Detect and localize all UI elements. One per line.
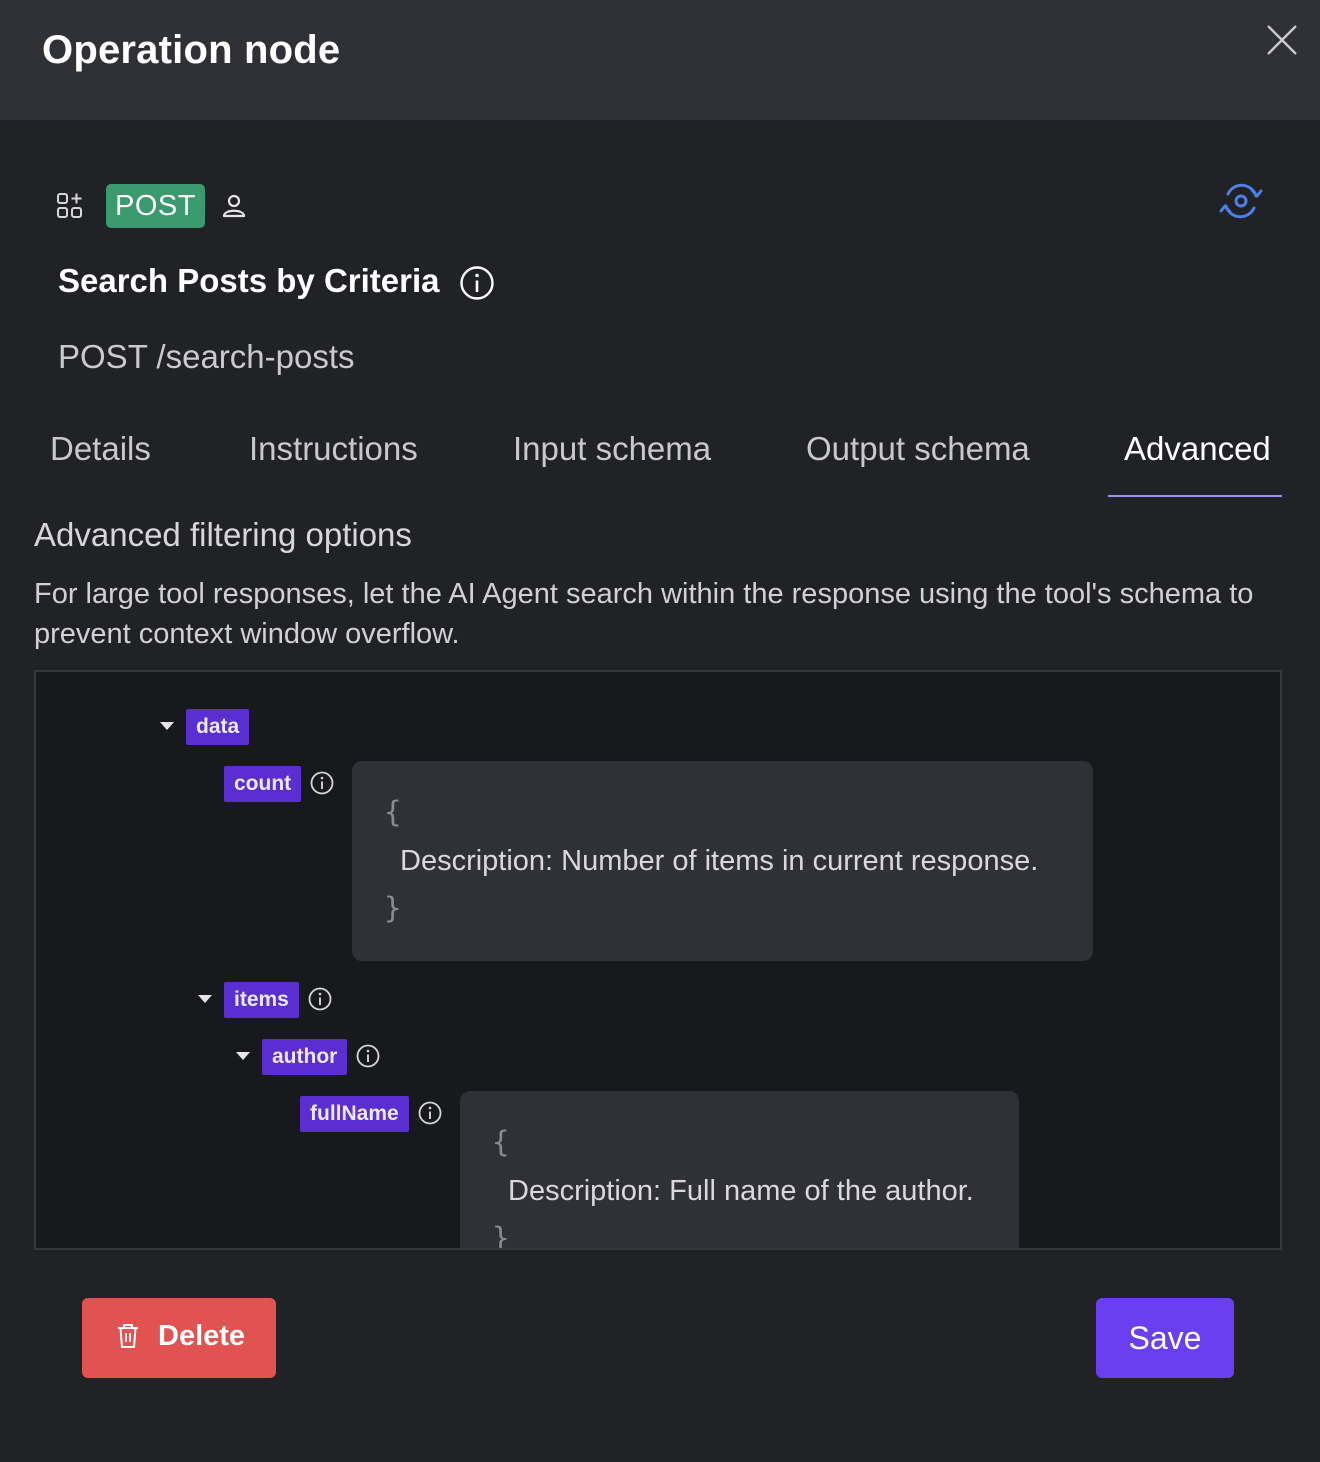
info-icon[interactable] <box>307 986 333 1012</box>
trash-icon <box>118 1324 138 1348</box>
caret-down-icon[interactable] <box>160 722 174 732</box>
schema-tree-panel[interactable]: data count { Description: Number of item… <box>34 670 1282 1250</box>
section-description: For large tool responses, let the AI Age… <box>34 578 1254 650</box>
tab-output-schema[interactable]: Output schema <box>806 430 1030 468</box>
expand-caret[interactable] <box>160 722 174 732</box>
open-brace: { <box>492 1125 510 1159</box>
tab-input-schema[interactable]: Input schema <box>513 430 711 468</box>
close-icon[interactable] <box>1262 20 1302 60</box>
modal-title: Operation node <box>42 28 341 72</box>
schema-tag-items[interactable]: items <box>224 982 299 1018</box>
delete-label: Delete <box>158 1320 246 1352</box>
schema-tag-count[interactable]: count <box>224 766 302 802</box>
operation-path: POST /search-posts <box>58 338 355 375</box>
expand-caret[interactable] <box>198 995 212 1005</box>
method-badge: POST <box>106 184 205 228</box>
description-box: { Description: Number of items in curren… <box>352 761 1093 961</box>
caret-down-icon[interactable] <box>198 995 212 1005</box>
close-button[interactable] <box>1262 20 1302 60</box>
tab-advanced[interactable]: Advanced <box>1124 430 1271 468</box>
close-brace: } <box>384 891 402 925</box>
modal-header: Operation node <box>0 0 1320 120</box>
info-icon[interactable] <box>458 264 496 302</box>
info-icon[interactable] <box>355 1043 381 1069</box>
field-description: Description: Number of items in current … <box>400 845 1039 877</box>
caret-down-icon[interactable] <box>236 1052 250 1062</box>
close-brace: } <box>492 1221 510 1250</box>
active-tab-indicator <box>1108 495 1282 497</box>
tab-details[interactable]: Details <box>50 430 151 468</box>
operation-toolbar: POST <box>56 183 1276 228</box>
section-title: Advanced filtering options <box>34 516 412 553</box>
description-box: { Description: Full name of the author. … <box>460 1091 1019 1250</box>
info-icon[interactable] <box>417 1100 443 1126</box>
field-description: Description: Full name of the author. <box>508 1175 974 1207</box>
grid-add-icon <box>57 193 82 218</box>
user-icon <box>222 194 246 218</box>
tab-bar: Details Instructions Input schema Output… <box>0 420 1320 498</box>
refresh-icon[interactable] <box>1218 178 1264 224</box>
schema-tag-author[interactable]: author <box>262 1039 348 1075</box>
schema-tag-data[interactable]: data <box>186 709 250 745</box>
expand-caret[interactable] <box>236 1052 250 1062</box>
tab-instructions[interactable]: Instructions <box>249 430 418 468</box>
info-icon[interactable] <box>309 770 335 796</box>
delete-button[interactable]: Delete <box>82 1298 276 1378</box>
schema-tag-fullname[interactable]: fullName <box>300 1096 409 1132</box>
open-brace: { <box>384 795 402 829</box>
operation-name: Search Posts by Criteria <box>58 262 440 299</box>
save-button[interactable]: Save <box>1096 1298 1234 1378</box>
